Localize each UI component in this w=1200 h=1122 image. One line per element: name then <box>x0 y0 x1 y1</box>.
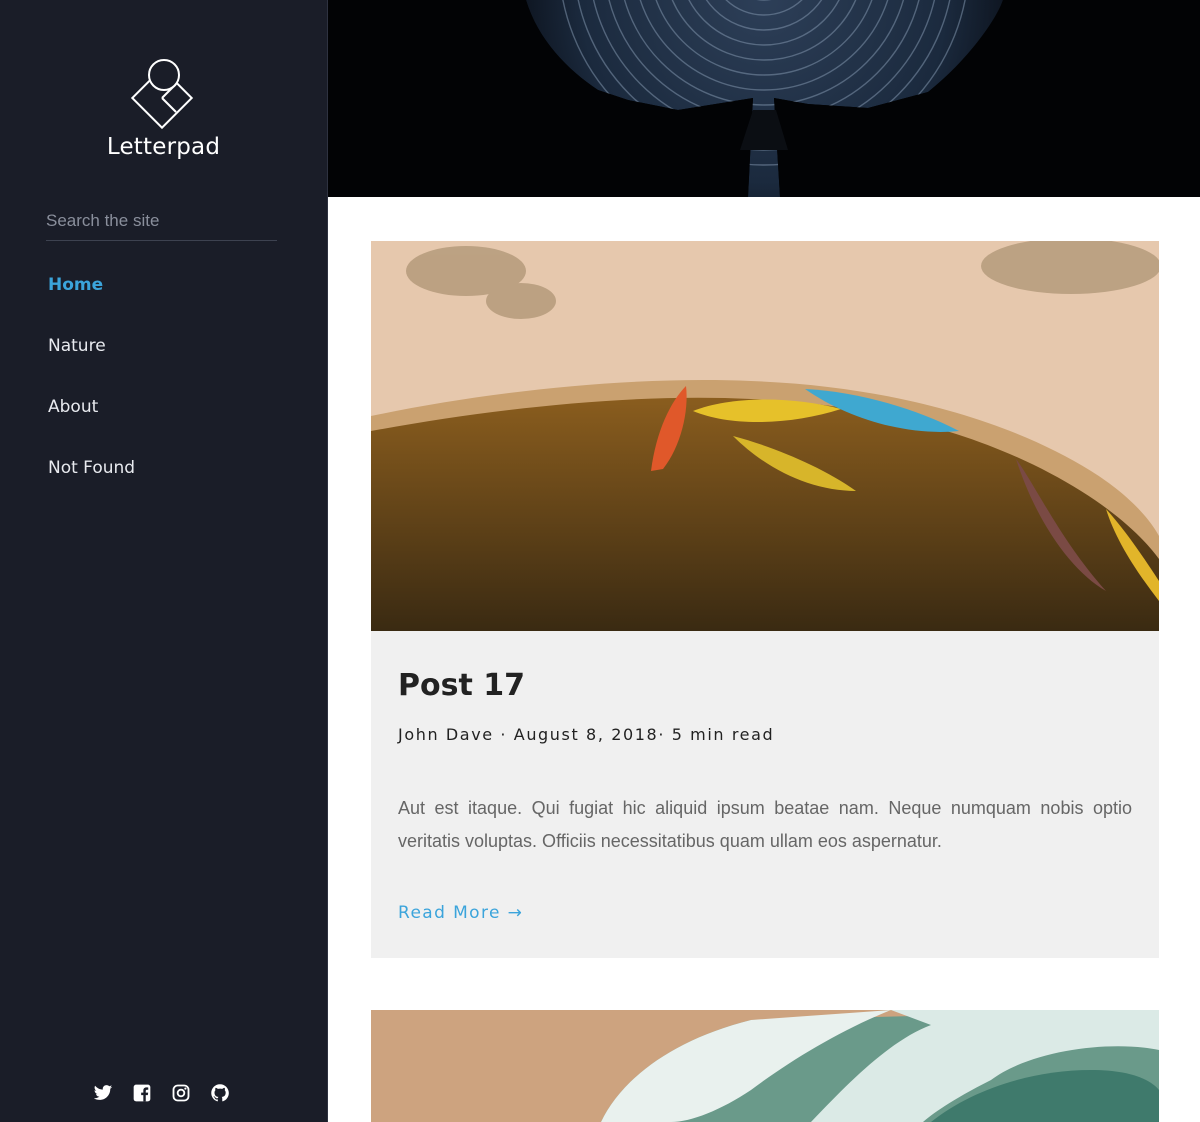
post-card: Post 17 John Dave · August 8, 2018· 5 mi… <box>371 241 1159 958</box>
site-logo[interactable]: Letterpad <box>0 56 327 160</box>
read-more-link[interactable]: Read More → <box>398 903 523 923</box>
nav-item-about[interactable]: About <box>48 387 135 448</box>
post-image[interactable] <box>371 1010 1159 1122</box>
post-title[interactable]: Post 17 <box>398 668 525 703</box>
nav-item-not-found[interactable]: Not Found <box>48 448 135 509</box>
main-nav: Home Nature About Not Found <box>48 265 135 509</box>
sidebar: Letterpad Home Nature About Not Found <box>0 0 328 1122</box>
hero-image <box>328 0 1200 197</box>
instagram-icon[interactable] <box>171 1083 191 1103</box>
nav-item-nature[interactable]: Nature <box>48 326 135 387</box>
post-excerpt: Aut est itaque. Qui fugiat hic aliquid i… <box>398 798 1132 851</box>
post-meta: John Dave · August 8, 2018· 5 min read <box>398 725 775 744</box>
site-name: Letterpad <box>106 134 221 160</box>
nav-item-home[interactable]: Home <box>48 265 135 326</box>
letterpad-logo-icon <box>130 59 193 130</box>
search-input[interactable] <box>46 205 277 237</box>
twitter-icon[interactable] <box>93 1083 113 1103</box>
post-body: Post 17 John Dave · August 8, 2018· 5 mi… <box>371 631 1159 958</box>
post-image[interactable] <box>371 241 1159 631</box>
search-box <box>46 205 277 241</box>
post-card <box>371 1010 1159 1122</box>
social-links <box>93 1083 230 1103</box>
facebook-icon[interactable] <box>132 1083 152 1103</box>
github-icon[interactable] <box>210 1083 230 1103</box>
